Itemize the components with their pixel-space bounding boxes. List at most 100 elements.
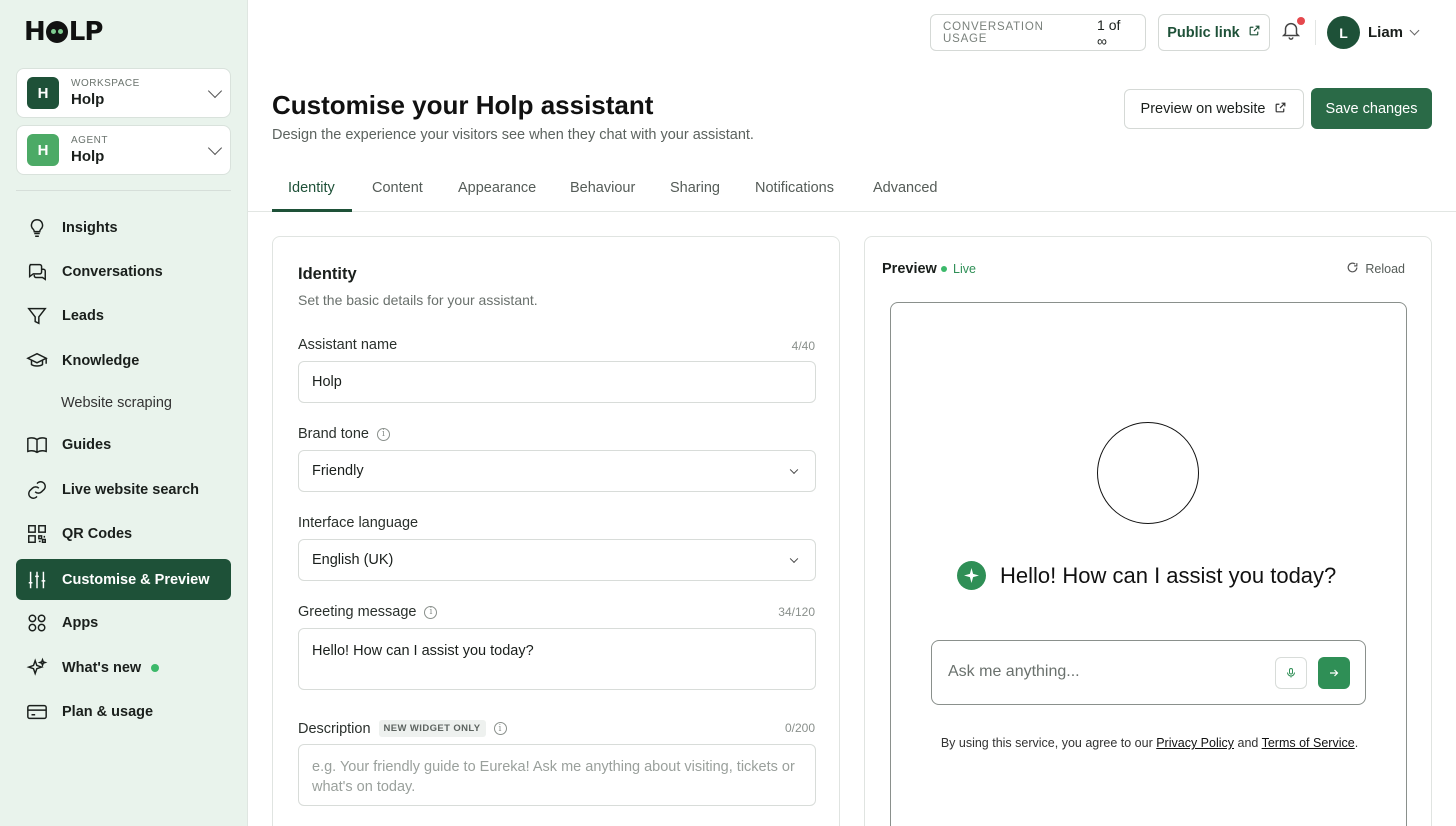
agent-avatar: H (27, 134, 59, 166)
info-icon[interactable]: i (376, 427, 390, 441)
description-count: 0/200 (784, 721, 815, 735)
interface-language-label: Interface language (298, 515, 419, 531)
terms-of-service-link[interactable]: Terms of Service (1262, 736, 1355, 750)
greeting-message-textarea[interactable]: Hello! How can I assist you today? (298, 628, 816, 690)
sidebar-item-label: Customise & Preview (62, 571, 210, 588)
sidebar-item-label: Leads (62, 307, 104, 324)
sidebar-item-website-scraping[interactable]: Website scraping (16, 382, 231, 423)
brand-tone-label: Brand tone i (298, 426, 390, 442)
sidebar-item-qr-codes[interactable]: QR Codes (16, 513, 231, 554)
usage-value: 1 of ∞ (1097, 16, 1121, 49)
sidebar-item-label: Apps (62, 614, 99, 631)
assistant-name-count: 4/40 (791, 339, 815, 353)
widget-preview-frame: Hello! How can I assist you today? Ask m… (890, 302, 1407, 826)
sidebar-item-label: Website scraping (61, 394, 172, 411)
workspace-name: Holp (71, 91, 105, 108)
sidebar-divider (16, 190, 231, 191)
identity-subtitle: Set the basic details for your assistant… (298, 292, 538, 308)
tab-identity[interactable]: Identity (288, 180, 335, 196)
privacy-policy-link[interactable]: Privacy Policy (1156, 736, 1234, 750)
save-changes-button[interactable]: Save changes (1311, 88, 1432, 129)
graduation-cap-icon (26, 350, 48, 372)
sidebar-item-apps[interactable]: Apps (16, 602, 231, 643)
new-widget-only-badge: NEW WIDGET ONLY (378, 720, 486, 737)
tab-appearance[interactable]: Appearance (458, 180, 536, 196)
page-subtitle: Design the experience your visitors see … (272, 127, 754, 143)
description-label: Description NEW WIDGET ONLY i (298, 720, 507, 737)
sidebar-item-customise-preview[interactable]: Customise & Preview (16, 559, 231, 600)
sparkles-icon (26, 657, 48, 679)
assistant-name-label: Assistant name (298, 337, 398, 353)
link-icon (26, 479, 48, 501)
agent-caption: AGENT (71, 135, 108, 146)
greeting-message-count: 34/120 (778, 605, 815, 619)
tab-notifications[interactable]: Notifications (755, 180, 834, 196)
sidebar-item-label: Insights (62, 219, 118, 236)
brand-tone-select[interactable]: Friendly (298, 450, 816, 492)
description-textarea[interactable]: e.g. Your friendly guide to Eureka! Ask … (298, 744, 816, 806)
interface-language-select[interactable]: English (UK) (298, 539, 816, 581)
live-status: Live (941, 262, 976, 276)
preview-button-label: Preview on website (1140, 101, 1266, 117)
sidebar-item-guides[interactable]: Guides (16, 424, 231, 465)
preview-title: Preview (882, 261, 937, 277)
sidebar-item-live-website-search[interactable]: Live website search (16, 469, 231, 510)
qr-code-icon (26, 523, 48, 545)
settings-tabs: Identity Content Appearance Behaviour Sh… (248, 172, 1456, 212)
info-icon[interactable]: i (493, 722, 507, 735)
chevron-down-icon[interactable] (1409, 25, 1420, 36)
reload-button[interactable]: Reload (1346, 261, 1405, 277)
info-icon[interactable]: i (424, 605, 438, 619)
sidebar-item-label: QR Codes (62, 525, 133, 542)
live-dot (941, 266, 947, 272)
sidebar-item-label: Knowledge (62, 352, 140, 369)
sidebar-item-whats-new[interactable]: What's new (16, 647, 231, 688)
chat-bubbles-icon (26, 261, 48, 283)
sidebar-item-label: Live website search (62, 481, 200, 498)
send-arrow-icon[interactable] (1318, 657, 1350, 689)
tab-advanced[interactable]: Advanced (873, 180, 938, 196)
holp-logo[interactable]: H LP (24, 17, 103, 47)
reload-icon (1346, 261, 1359, 277)
usage-label: CONVERSATION USAGE (943, 20, 1044, 45)
conversation-usage-badge: CONVERSATION USAGE 1 of ∞ (930, 14, 1146, 51)
chevron-down-icon (789, 554, 799, 564)
assistant-avatar (1097, 422, 1199, 524)
workspace-avatar: H (27, 77, 59, 109)
tab-behaviour[interactable]: Behaviour (570, 180, 635, 196)
chevron-down-icon (207, 140, 223, 155)
credit-card-icon (26, 701, 48, 723)
tab-sharing[interactable]: Sharing (670, 180, 720, 196)
sparkle-chat-icon (957, 561, 986, 590)
sidebar-item-leads[interactable]: Leads (16, 295, 231, 336)
preview-card: Preview Live Reload Hello! How can I ass… (864, 236, 1432, 826)
agent-selector[interactable]: H AGENT Holp (16, 125, 231, 175)
tab-content[interactable]: Content (372, 180, 423, 196)
external-link-icon (1274, 101, 1287, 118)
preview-chat-input[interactable]: Ask me anything... (931, 640, 1366, 705)
assistant-name-input[interactable]: Holp (298, 361, 816, 403)
microphone-icon[interactable] (1275, 657, 1307, 689)
sidebar-item-label: Plan & usage (62, 703, 154, 720)
workspace-selector[interactable]: H WORKSPACE Holp (16, 68, 231, 118)
greeting-message-label: Greeting message i (298, 604, 438, 620)
notification-dot (1297, 17, 1305, 25)
agent-name: Holp (71, 148, 105, 165)
chevron-down-icon (207, 83, 223, 98)
preview-on-website-button[interactable]: Preview on website (1124, 89, 1304, 129)
new-indicator-dot (151, 663, 160, 672)
book-icon (26, 434, 48, 456)
sliders-icon (26, 569, 48, 591)
user-avatar[interactable]: L (1327, 16, 1360, 49)
sidebar-item-conversations[interactable]: Conversations (16, 251, 231, 292)
sidebar-item-knowledge[interactable]: Knowledge (16, 340, 231, 381)
sidebar-item-plan-usage[interactable]: Plan & usage (16, 691, 231, 732)
apps-grid-icon (26, 612, 48, 634)
preview-greeting: Hello! How can I assist you today? (957, 561, 1336, 590)
topbar-divider (1315, 20, 1316, 45)
sidebar-item-label: Guides (62, 436, 112, 453)
sidebar-item-insights[interactable]: Insights (16, 207, 231, 248)
user-name[interactable]: Liam (1368, 24, 1403, 41)
public-link-button[interactable]: Public link (1158, 14, 1270, 51)
active-tab-indicator (272, 209, 352, 212)
